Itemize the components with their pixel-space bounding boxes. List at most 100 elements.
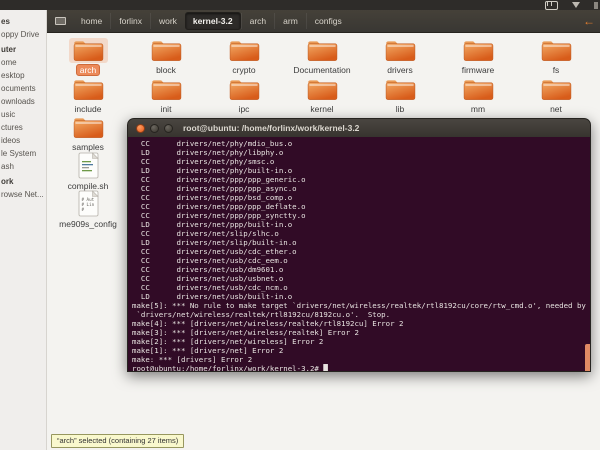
maximize-button[interactable] (164, 123, 173, 133)
file-item-label: net (550, 104, 562, 114)
breadcrumb-label: kernel-3.2 (192, 16, 233, 26)
breadcrumb-label: arm (283, 16, 298, 26)
message-indicator-icon[interactable] (545, 0, 558, 10)
file-item[interactable]: # Aut # Lin # drivers (361, 38, 439, 76)
script-file-icon (78, 152, 99, 179)
terminal-output: CC drivers/net/phy/mdio_bus.o LD drivers… (132, 139, 586, 372)
file-item-label: drivers (387, 65, 413, 75)
file-item[interactable]: # Aut # Lin # compile.sh (49, 152, 127, 191)
folder-icon (541, 41, 571, 61)
folder-icon (151, 80, 181, 100)
file-item[interactable]: # Aut # Lin # arch (49, 38, 127, 76)
breadcrumb-item[interactable]: home (73, 13, 110, 29)
close-button[interactable] (136, 123, 145, 133)
file-item[interactable]: # Aut # Lin # Documentation (283, 38, 361, 76)
file-item[interactable]: # Aut # Lin # fs (517, 38, 595, 76)
terminal-scrollbar-thumb[interactable] (585, 344, 590, 371)
sidebar-item[interactable]: es (0, 15, 46, 28)
breadcrumb-item[interactable]: arch (240, 13, 275, 29)
file-grid-row-1: # Aut # Lin # arch (49, 38, 595, 76)
sidebar-item-label: ome (1, 58, 17, 67)
sidebar-item[interactable]: oppy Drive (0, 28, 46, 41)
file-item-label: ipc (238, 104, 250, 114)
folder-icon (385, 80, 415, 100)
file-item[interactable]: # Aut # Lin # firmware (439, 38, 517, 76)
sidebar-item-label: ctures (1, 123, 23, 132)
sidebar-item-label: es (1, 17, 10, 26)
file-item-label: fs (552, 65, 560, 75)
sidebar-item-label: esktop (1, 71, 25, 80)
sidebar-item[interactable]: rowse Net... (0, 188, 46, 201)
sidebar-item[interactable]: uter (0, 43, 46, 56)
minimize-button[interactable] (150, 123, 159, 133)
sidebar-item[interactable]: ownloads (0, 95, 46, 108)
sidebar-item[interactable]: esktop (0, 69, 46, 82)
file-item[interactable]: # Aut # Lin # net (517, 77, 595, 115)
sidebar-item-label: le System (1, 149, 37, 158)
file-item[interactable]: # Aut # Lin # ipc (205, 77, 283, 115)
file-grid-row-2: # Aut # Lin # include (49, 77, 595, 115)
folder-icon (73, 41, 103, 61)
sidebar-item[interactable]: le System (0, 147, 46, 160)
sidebar-item[interactable]: usic (0, 108, 46, 121)
sidebar-item[interactable]: ork (0, 175, 46, 188)
folder-icon (385, 41, 415, 61)
folder-icon (307, 41, 337, 61)
breadcrumb-scroll-left-icon[interactable]: ← (583, 13, 595, 29)
breadcrumb-item[interactable]: arm (274, 13, 306, 29)
terminal-output-area[interactable]: CC drivers/net/phy/mdio_bus.o LD drivers… (127, 137, 591, 372)
breadcrumb-label: work (158, 16, 177, 26)
sidebar-item[interactable]: ctures (0, 121, 46, 134)
file-item[interactable]: # Aut # Lin # include (49, 77, 127, 115)
file-item[interactable]: # Aut # Lin # kernel (283, 77, 361, 115)
file-item-label: me909s_config (59, 219, 117, 229)
file-item-label: firmware (461, 65, 495, 75)
folder-icon (73, 118, 103, 138)
sidebar-item-label: ork (1, 177, 14, 186)
file-item[interactable]: # Aut # Lin # me909s_config (49, 190, 127, 229)
breadcrumb-item[interactable]: forlinx (110, 13, 150, 29)
file-item-label: Documentation (293, 65, 351, 75)
file-item[interactable]: # Aut # Lin # lib (361, 77, 439, 115)
config-file-icon: # Aut # Lin # (78, 190, 99, 217)
folder-icon (151, 41, 181, 61)
sidebar-item[interactable]: ome (0, 56, 46, 69)
breadcrumb-label: configs (314, 16, 342, 26)
breadcrumb-label: home (81, 16, 103, 26)
sidebar-item[interactable]: ash (0, 160, 46, 173)
breadcrumb-item[interactable]: kernel-3.2 (184, 12, 241, 30)
breadcrumb-item[interactable]: configs (305, 13, 350, 29)
folder-icon (229, 41, 259, 61)
sidebar-item-label: ownloads (1, 97, 35, 106)
file-item-label: init (160, 104, 172, 114)
file-item[interactable]: # Aut # Lin # block (127, 38, 205, 76)
folder-icon (463, 41, 493, 61)
file-item-label: crypto (232, 65, 256, 75)
selection-status-tooltip: “arch” selected (containing 27 items) (51, 434, 185, 448)
file-item[interactable]: # Aut # Lin # mm (439, 77, 517, 115)
breadcrumb: home forlinx work kernel-3.2 arch arm co… (73, 10, 350, 32)
breadcrumb-item[interactable]: work (149, 13, 185, 29)
sidebar-item-label: usic (1, 110, 16, 119)
breadcrumb-label: arch (249, 16, 267, 26)
file-grid-row-3: # Aut # Lin # samples (49, 115, 127, 153)
terminal-titlebar[interactable]: root@ubuntu: /home/forlinx/work/kernel-3… (127, 118, 591, 137)
file-item[interactable]: # Aut # Lin # samples (49, 115, 127, 153)
breadcrumb-label: forlinx (119, 16, 142, 26)
places-sidebar: es oppy Drive uter ome esktop ocuments o… (0, 10, 47, 450)
computer-icon (55, 16, 66, 26)
sidebar-item-label: rowse Net... (1, 190, 44, 199)
file-item[interactable]: # Aut # Lin # crypto (205, 38, 283, 76)
clipped-indicator-icon (594, 1, 598, 9)
file-item-label: mm (470, 104, 486, 114)
file-item-label: lib (395, 104, 405, 114)
sidebar-item-label: uter (1, 45, 17, 54)
sidebar-item[interactable]: ideos (0, 134, 46, 147)
sidebar-item-label: ocuments (1, 84, 36, 93)
sidebar-item-label: oppy Drive (1, 30, 40, 39)
sidebar-item[interactable]: ocuments (0, 82, 46, 95)
top-panel (0, 0, 600, 10)
file-grid-row-5: # Aut # Lin # me909s_config (49, 190, 127, 232)
sound-indicator-icon[interactable] (572, 2, 580, 8)
file-item[interactable]: # Aut # Lin # init (127, 77, 205, 115)
